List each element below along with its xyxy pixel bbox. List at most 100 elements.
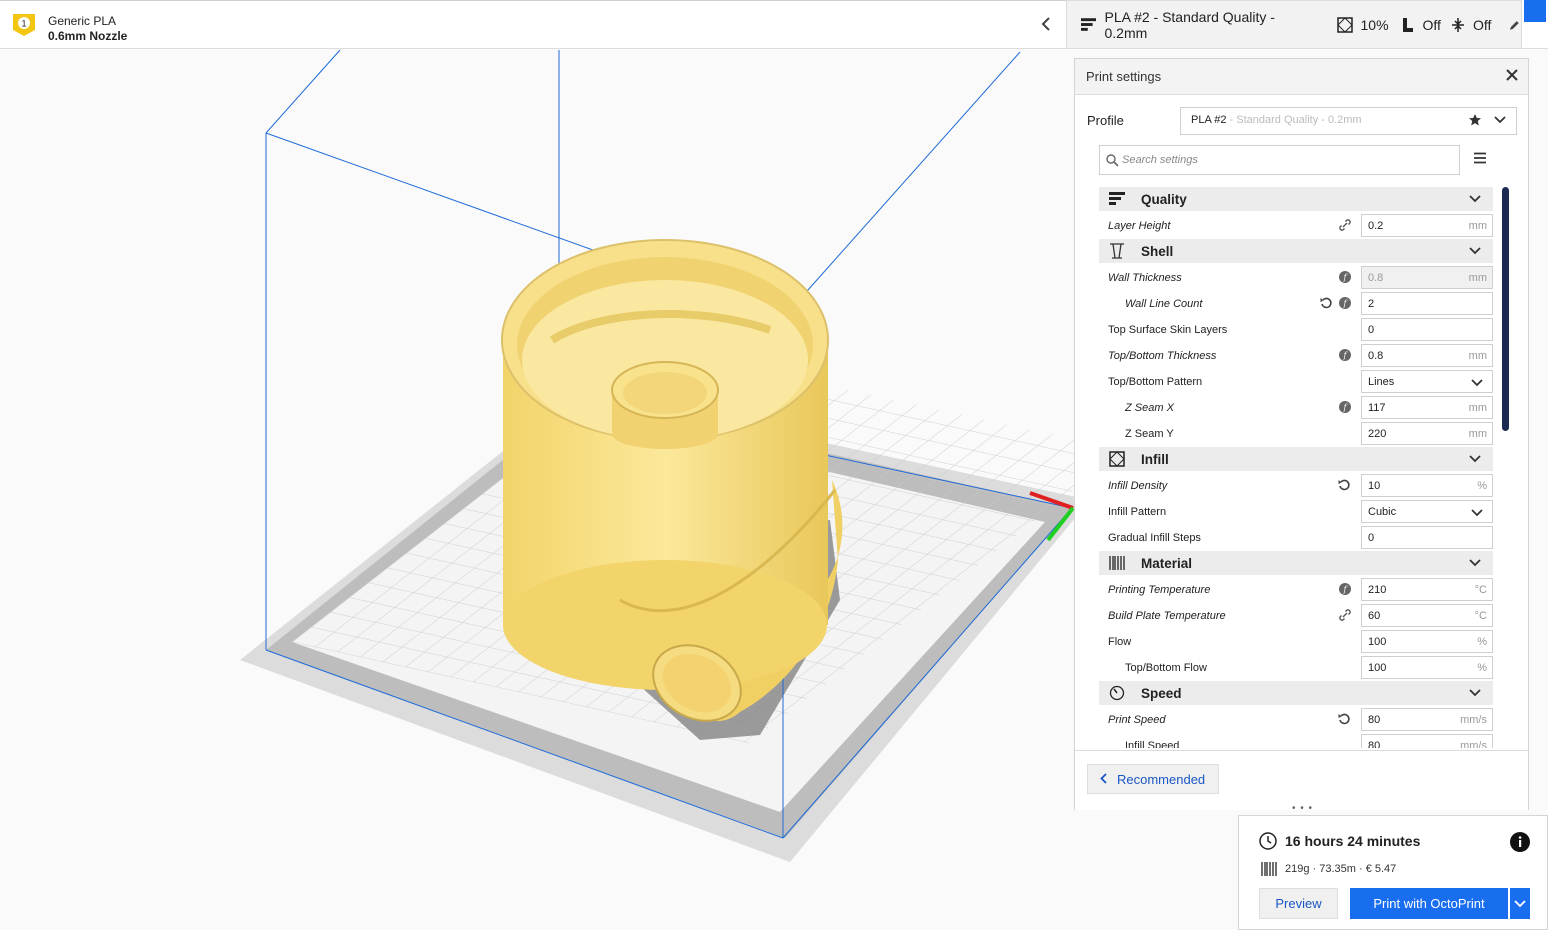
printer-selector-bar[interactable]: 1 Generic PLA 0.6mm Nozzle — [0, 0, 1066, 49]
category-label: Quality — [1141, 191, 1187, 207]
panel-title: Print settings — [1086, 69, 1162, 84]
clock-icon — [1259, 832, 1277, 850]
setting-top-bottom-pattern: Top/Bottom Pattern Lines — [1099, 369, 1493, 395]
wall-line-count-field[interactable]: 2 — [1361, 292, 1493, 315]
close-icon[interactable] — [1506, 68, 1518, 86]
function-icon[interactable]: f — [1339, 401, 1351, 413]
settings-scrollbar[interactable] — [1502, 187, 1509, 431]
resize-handle-icon[interactable]: • • • — [1292, 803, 1313, 814]
z-seam-x-field[interactable]: 117 mm — [1361, 396, 1493, 419]
pencil-icon[interactable] — [1509, 19, 1521, 31]
category-infill[interactable]: Infill — [1099, 447, 1493, 471]
material-icon — [1109, 556, 1125, 570]
setting-layer-height: Layer Height 0.2 mm — [1099, 213, 1493, 239]
quality-icon — [1081, 17, 1097, 31]
profile-name-rest: - Standard Quality - 0.2mm — [1226, 114, 1362, 126]
top-bottom-pattern-select[interactable]: Lines — [1361, 370, 1493, 393]
category-material[interactable]: Material — [1099, 551, 1493, 575]
print-speed-field[interactable]: 80 mm/s — [1361, 708, 1493, 731]
infill-speed-field[interactable]: 80 mm/s — [1361, 734, 1493, 748]
category-shell[interactable]: Shell — [1099, 239, 1493, 263]
reset-icon[interactable] — [1338, 713, 1351, 725]
top-bottom-flow-field[interactable]: 100% — [1361, 656, 1493, 679]
reset-icon[interactable] — [1338, 479, 1351, 491]
reset-icon[interactable] — [1320, 297, 1333, 309]
material-usage-label: 219g · 73.35m · € 5.47 — [1285, 863, 1397, 875]
setting-label: Infill Pattern — [1108, 506, 1167, 518]
search-input[interactable]: Search settings — [1099, 145, 1460, 175]
function-icon[interactable]: f — [1339, 297, 1351, 309]
gradual-infill-steps-field[interactable]: 0 — [1361, 526, 1493, 549]
svg-text:1: 1 — [21, 19, 26, 29]
wall-thickness-field[interactable]: 0.8 mm — [1361, 266, 1493, 289]
setting-infill-speed: Infill Speed 80 mm/s — [1099, 733, 1493, 748]
link-icon[interactable] — [1339, 219, 1351, 231]
print-button[interactable]: Print with OctoPrint — [1350, 888, 1508, 919]
adhesion-summary[interactable]: Off — [1451, 17, 1491, 33]
setting-printing-temperature: Printing Temperature f 210 °C — [1099, 577, 1493, 603]
profile-summary-label: PLA #2 - Standard Quality - 0.2mm — [1104, 8, 1275, 41]
setting-label: Wall Thickness — [1108, 272, 1182, 284]
profile-summary[interactable]: PLA #2 - Standard Quality - 0.2mm — [1081, 9, 1315, 41]
infill-pattern-select[interactable]: Cubic — [1361, 500, 1493, 523]
z-seam-y-field[interactable]: 220 mm — [1361, 422, 1493, 445]
link-icon[interactable] — [1339, 609, 1351, 621]
menu-icon[interactable] — [1473, 152, 1487, 164]
chevron-down-icon — [1471, 379, 1483, 387]
printing-temperature-field[interactable]: 210 °C — [1361, 578, 1493, 601]
recommended-button[interactable]: Recommended — [1087, 764, 1219, 794]
function-icon[interactable]: f — [1339, 271, 1351, 283]
setting-wall-line-count: Wall Line Count f 2 — [1099, 291, 1493, 317]
setting-top-bottom-thickness: Top/Bottom Thickness f 0.8 mm — [1099, 343, 1493, 369]
setting-label: Gradual Infill Steps — [1108, 532, 1201, 544]
support-summary-label: Off — [1422, 16, 1441, 33]
build-plate-temperature-field[interactable]: 60 °C — [1361, 604, 1493, 627]
support-summary[interactable]: Off — [1399, 17, 1441, 33]
support-icon — [1402, 17, 1413, 32]
star-icon[interactable] — [1468, 113, 1482, 127]
chevron-down-icon — [1469, 689, 1481, 697]
print-options-dropdown[interactable] — [1510, 888, 1530, 919]
setting-flow: Flow 100% — [1099, 629, 1493, 655]
nozzle-name: 0.6mm Nozzle — [48, 29, 128, 43]
top-surface-skin-layers-field[interactable]: 0 — [1361, 318, 1493, 341]
category-label: Material — [1141, 555, 1193, 571]
profile-dropdown[interactable]: PLA #2 - Standard Quality - 0.2mm — [1180, 107, 1517, 135]
print-setup-summary[interactable]: PLA #2 - Standard Quality - 0.2mm 10% Of… — [1066, 0, 1522, 49]
setting-print-speed: Print Speed 80 mm/s — [1099, 707, 1493, 733]
3d-model[interactable] — [501, 239, 843, 735]
flow-field[interactable]: 100% — [1361, 630, 1493, 653]
print-time: 16 hours 24 minutes — [1259, 832, 1420, 850]
layer-height-field[interactable]: 0.2 mm — [1361, 214, 1493, 237]
setting-gradual-infill-steps: Gradual Infill Steps 0 — [1099, 525, 1493, 551]
settings-list[interactable]: Quality Layer Height 0.2 mm Shell Wall Th… — [1099, 187, 1493, 748]
adhesion-summary-label: Off — [1472, 16, 1492, 33]
adhesion-icon — [1451, 17, 1464, 32]
preview-button[interactable]: Preview — [1259, 888, 1338, 919]
setting-z-seam-y: Z Seam Y 220 mm — [1099, 421, 1493, 447]
category-quality[interactable]: Quality — [1099, 187, 1493, 211]
collapse-arrow-icon[interactable] — [1040, 16, 1056, 36]
extruder-icon: 1 — [13, 14, 35, 36]
function-icon[interactable]: f — [1339, 583, 1351, 595]
category-speed[interactable]: Speed — [1099, 681, 1493, 705]
setting-label: Z Seam X — [1125, 402, 1174, 414]
infill-summary-label: 10% — [1360, 16, 1389, 33]
top-bottom-thickness-field[interactable]: 0.8 mm — [1361, 344, 1493, 367]
setting-infill-pattern: Infill Pattern Cubic — [1099, 499, 1493, 525]
print-action-panel: 16 hours 24 minutes 219g · 73.35m · € 5.… — [1238, 815, 1548, 930]
profile-row: Profile PLA #2 - Standard Quality - 0.2m… — [1075, 107, 1528, 135]
print-settings-panel: Print settings Profile PLA #2 - Standard… — [1074, 58, 1529, 814]
infill-summary[interactable]: 10% — [1336, 16, 1389, 33]
setting-label: Infill Density — [1108, 480, 1168, 492]
info-icon[interactable] — [1510, 832, 1530, 852]
function-icon[interactable]: f — [1339, 349, 1351, 361]
infill-density-field[interactable]: 10% — [1361, 474, 1493, 497]
setting-build-plate-temperature: Build Plate Temperature 60 °C — [1099, 603, 1493, 629]
material-name: Generic PLA — [48, 14, 117, 28]
topbar-edge — [1522, 0, 1548, 49]
chevron-left-icon — [1100, 772, 1107, 787]
setting-top-surface-skin-layers: Top Surface Skin Layers 0 — [1099, 317, 1493, 343]
setting-label: Top/Bottom Thickness — [1108, 350, 1217, 362]
panel-header: Print settings — [1075, 59, 1528, 95]
